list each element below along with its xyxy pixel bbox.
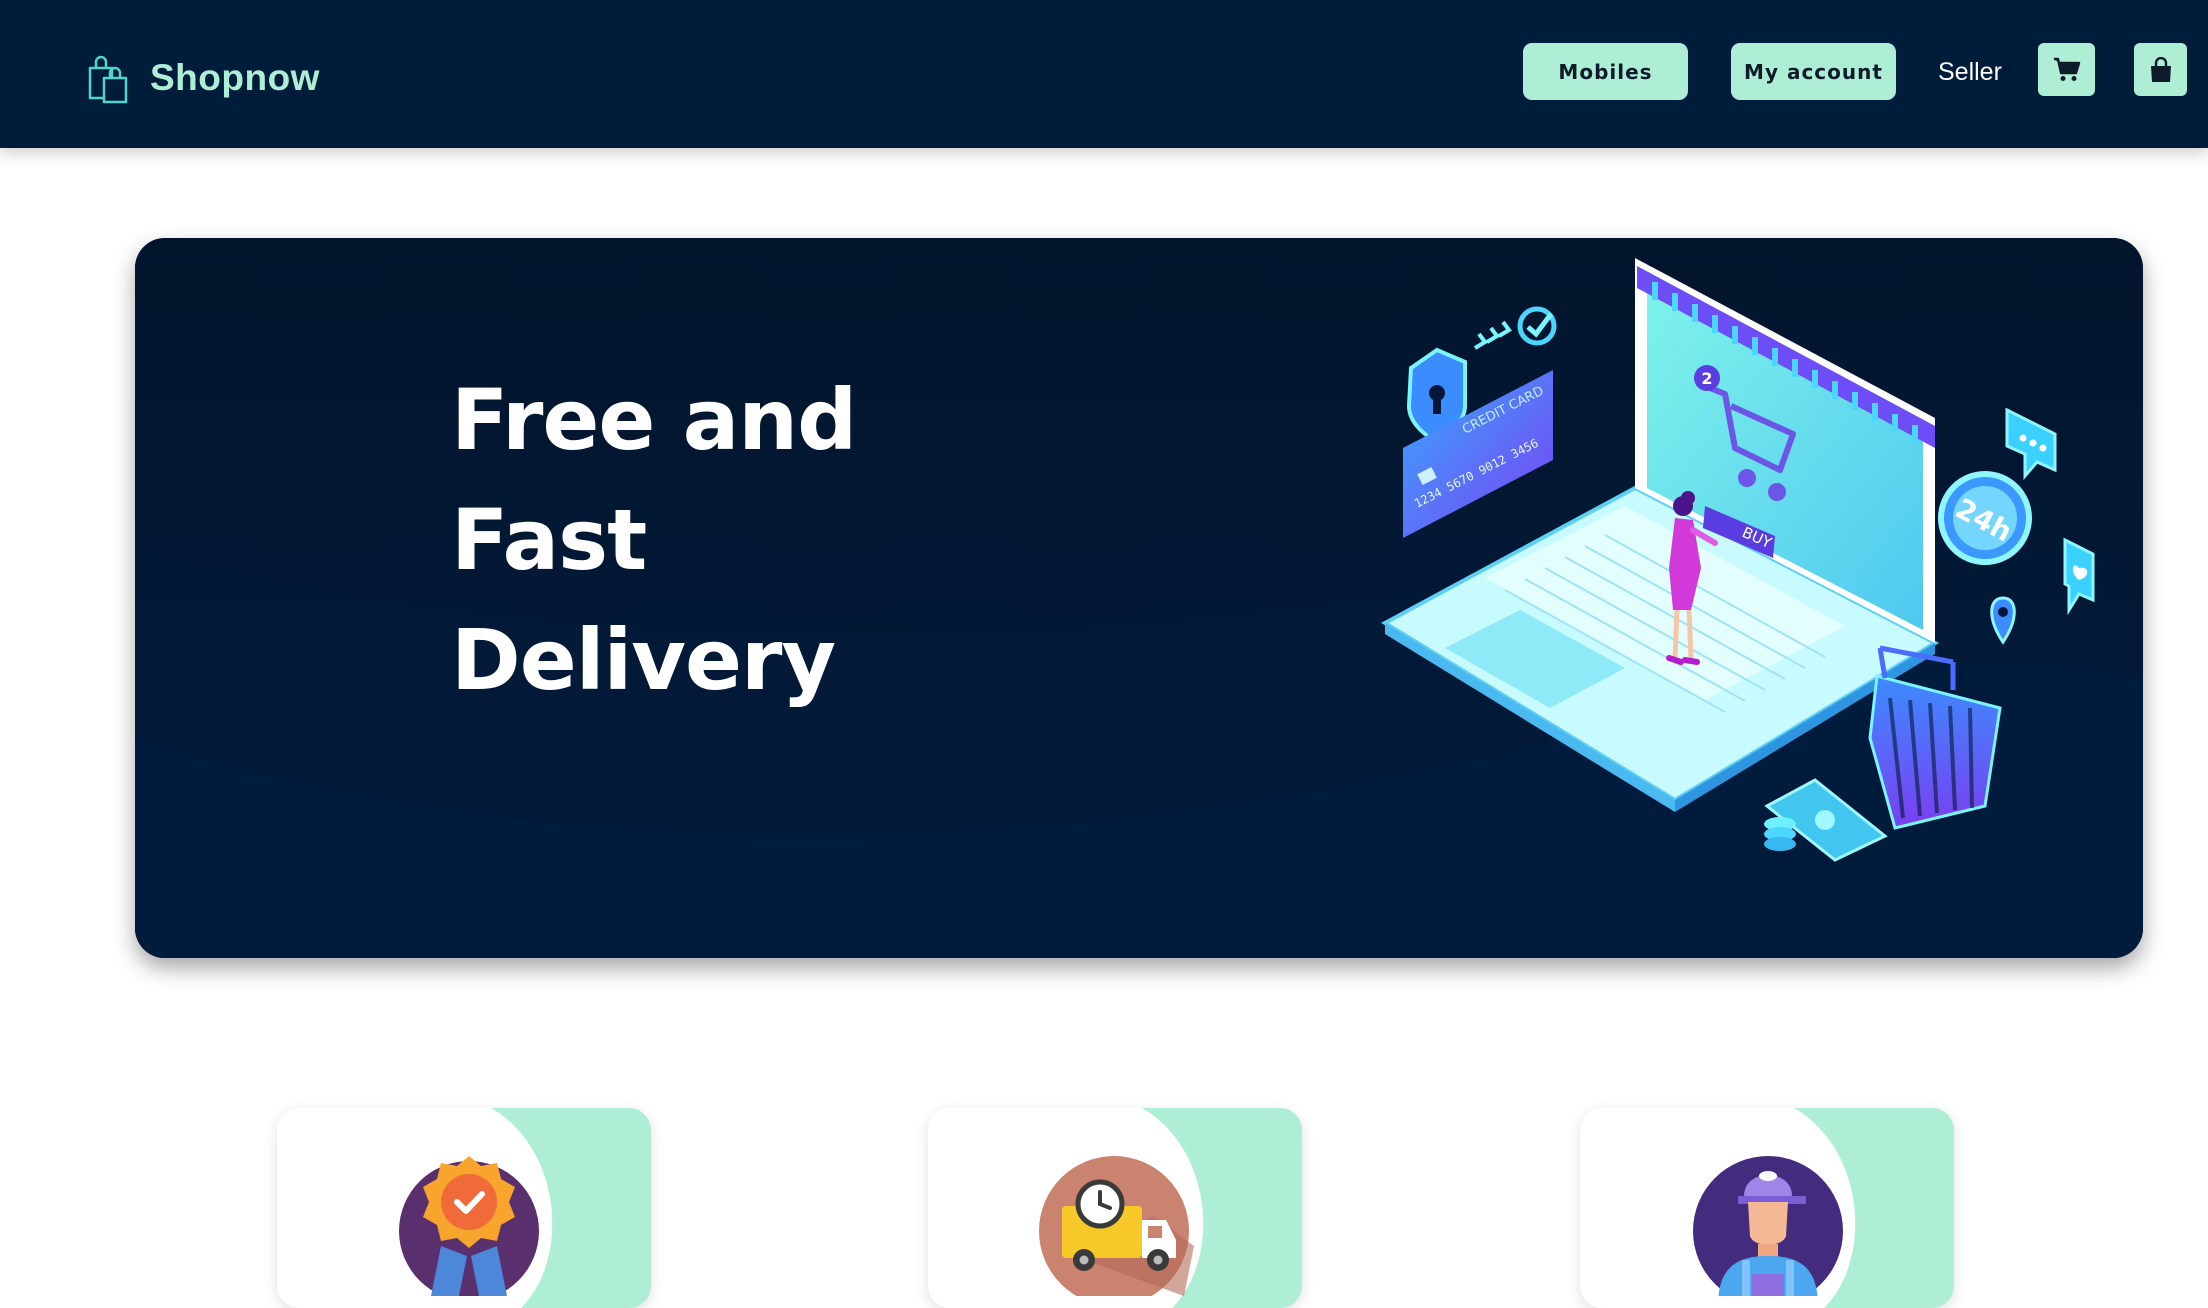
check-circle-icon [1517, 306, 1557, 346]
location-pin-icon [1990, 596, 2016, 645]
bag-button[interactable] [2134, 43, 2187, 96]
support-24h-icon: 24h [1938, 471, 2032, 565]
my-account-button[interactable]: My account [1731, 43, 1896, 100]
arrows-icon [1473, 320, 1512, 350]
feature-card [1580, 1108, 1954, 1308]
navbar: Shopnow Mobiles My account Seller [0, 0, 2208, 148]
heart-message-icon [2063, 537, 2095, 616]
award-badge-icon [399, 1156, 539, 1296]
online-shopping-illustration: 2 BUY CREDIT CARD 1234 5670 9012 3456 24… [1380, 258, 2095, 862]
feature-card [277, 1108, 651, 1308]
brand-logo-link[interactable]: Shopnow [86, 52, 320, 104]
delivery-person-icon [1693, 1156, 1843, 1296]
bag-icon [2150, 56, 2171, 82]
hero-title-line: Delivery [451, 611, 836, 709]
cart-icon [2053, 57, 2080, 81]
seller-link[interactable]: Seller [1938, 58, 2002, 87]
cart-count-text: 2 [1701, 369, 1712, 388]
brand-name: Shopnow [150, 57, 320, 98]
feature-card [928, 1108, 1302, 1308]
chat-bubble-icon [2005, 407, 2057, 481]
cart-button[interactable] [2038, 43, 2095, 96]
shopping-bag-logo-icon [88, 55, 128, 104]
hero-title-line: Fast [451, 491, 647, 589]
hero-title-line: Free and [451, 371, 857, 469]
delivery-truck-icon [1039, 1156, 1194, 1296]
mobiles-button[interactable]: Mobiles [1523, 43, 1688, 100]
cash-money-icon [1764, 778, 1888, 862]
hero-title: Free and Fast Delivery [451, 360, 857, 720]
laptop-icon [1380, 258, 1940, 812]
hero-banner: Free and Fast Delivery 2 BUY CREDIT CARD… [135, 238, 2143, 958]
